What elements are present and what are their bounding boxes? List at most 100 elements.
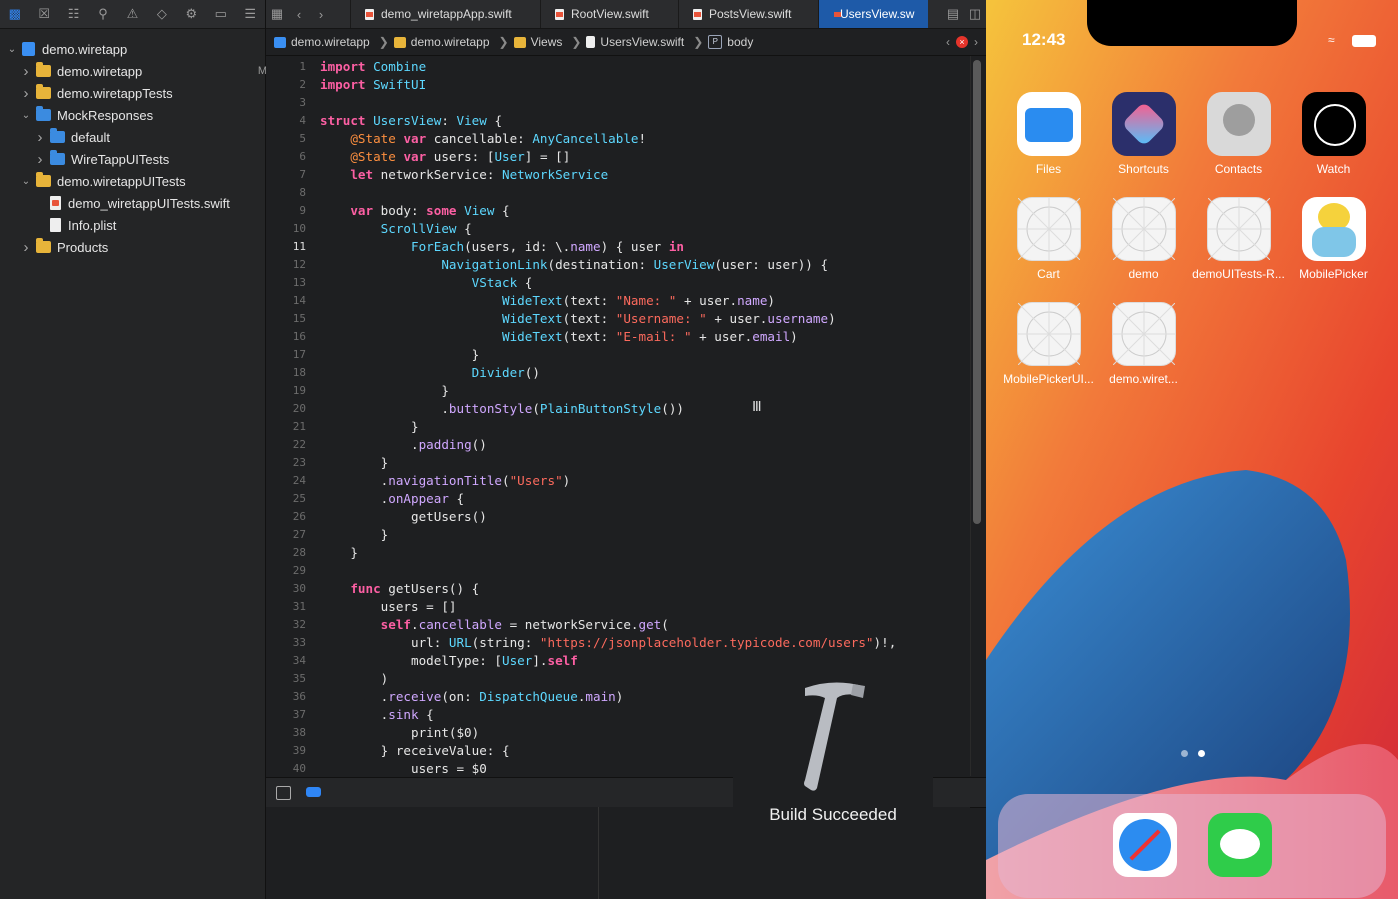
search-icon[interactable]: ⚲ xyxy=(88,0,117,28)
tree-item[interactable]: › demo.wiretapp M xyxy=(0,60,285,82)
editor-tab[interactable]: UsersView.sw xyxy=(818,0,928,28)
tree-item[interactable]: ⌄ MockResponses xyxy=(0,104,285,126)
home-screen-app[interactable]: Contacts xyxy=(1191,92,1286,176)
chevron-down-icon[interactable]: ⌄ xyxy=(6,44,18,55)
code-line[interactable]: 16 WideText(text: "E-mail: " + user.emai… xyxy=(266,328,970,346)
code-line[interactable]: 10 ScrollView { xyxy=(266,220,970,238)
code-line[interactable]: 18 Divider() xyxy=(266,364,970,382)
dock-app-messages[interactable] xyxy=(1192,813,1287,877)
editor-tab[interactable]: demo_wiretappApp.swift xyxy=(350,0,540,28)
forward-arrow-icon[interactable]: › xyxy=(310,7,332,22)
tree-item[interactable]: demo_wiretappUITests.swift xyxy=(0,192,299,214)
grid-icon[interactable]: ▦ xyxy=(266,6,288,22)
scrollbar-thumb[interactable] xyxy=(973,60,981,524)
home-screen-app[interactable]: Files xyxy=(1001,92,1096,176)
code-line[interactable]: 3 xyxy=(266,94,970,112)
code-line[interactable]: 6 @State var users: [User] = [] xyxy=(266,148,970,166)
page-indicator-dot-active[interactable] xyxy=(1198,750,1205,757)
code-line[interactable]: 11 ForEach(users, id: \.name) { user in xyxy=(266,238,970,256)
code-line[interactable]: 8 xyxy=(266,184,970,202)
code-line[interactable]: 9 var body: some View { xyxy=(266,202,970,220)
tree-item[interactable]: Info.plist xyxy=(0,214,299,236)
warning-icon[interactable]: ⚠ xyxy=(118,0,147,28)
breadcrumb-group[interactable]: demo.wiretapp xyxy=(393,35,490,49)
code-line[interactable]: 31 users = [] xyxy=(266,598,970,616)
editor-tab[interactable]: PostsView.swift xyxy=(678,0,818,28)
home-screen-app[interactable]: Shortcuts xyxy=(1096,92,1191,176)
line-number: 3 xyxy=(299,96,306,109)
tree-item[interactable]: › WireTappUITests xyxy=(0,148,299,170)
code-line[interactable]: 32 self.cancellable = networkService.get… xyxy=(266,616,970,634)
home-screen-app[interactable]: demo.wiret... xyxy=(1096,302,1191,386)
breadcrumb-file[interactable]: UsersView.swift xyxy=(586,35,684,49)
chevron-down-icon[interactable]: ⌄ xyxy=(20,110,32,121)
code-line[interactable]: 21 } xyxy=(266,418,970,436)
code-line[interactable]: 26 getUsers() xyxy=(266,508,970,526)
split-editor-icon[interactable]: ◫ xyxy=(964,6,986,22)
editor-tab[interactable]: RootView.swift xyxy=(540,0,678,28)
code-line[interactable]: 23 } xyxy=(266,454,970,472)
chevron-right-icon[interactable]: › xyxy=(974,35,978,49)
code-line[interactable]: 17 } xyxy=(266,346,970,364)
tree-item[interactable]: ⌄ demo.wiretapp xyxy=(0,38,271,60)
code-line[interactable]: 28 } xyxy=(266,544,970,562)
home-screen-app[interactable]: MobilePickerUI... xyxy=(1001,302,1096,386)
tree-item-label: Products xyxy=(57,239,109,255)
folder-icon[interactable]: ▩ xyxy=(0,0,29,28)
code-line[interactable]: 12 NavigationLink(destination: UserView(… xyxy=(266,256,970,274)
chevron-right-icon[interactable]: › xyxy=(34,129,46,146)
line-number: 1 xyxy=(299,60,306,73)
error-icon[interactable]: × xyxy=(956,36,968,48)
home-screen-app[interactable]: demoUITests-R... xyxy=(1191,197,1286,281)
home-screen-app[interactable]: MobilePicker xyxy=(1286,197,1381,281)
code-line[interactable]: 29 xyxy=(266,562,970,580)
breakpoints-toggle-icon[interactable] xyxy=(306,787,321,797)
code-line[interactable]: 33 url: URL(string: "https://jsonplaceho… xyxy=(266,634,970,652)
back-arrow-icon[interactable]: ‹ xyxy=(288,7,310,22)
code-text: import Combine xyxy=(320,59,427,74)
source-control-icon[interactable]: ☒ xyxy=(29,0,58,28)
code-line[interactable]: 2 import SwiftUI xyxy=(266,76,970,94)
code-line[interactable]: 7 let networkService: NetworkService xyxy=(266,166,970,184)
home-screen-app[interactable]: demo xyxy=(1096,197,1191,281)
code-line[interactable]: 25 .onAppear { xyxy=(266,490,970,508)
dock-app-safari[interactable] xyxy=(1097,813,1192,877)
chevron-right-icon[interactable]: › xyxy=(20,239,32,256)
chevron-right-icon[interactable]: › xyxy=(20,63,32,80)
chevron-right-icon[interactable]: › xyxy=(34,151,46,168)
code-line[interactable]: 15 WideText(text: "Username: " + user.us… xyxy=(266,310,970,328)
code-line[interactable]: 5 @State var cancellable: AnyCancellable… xyxy=(266,130,970,148)
code-line[interactable]: 14 WideText(text: "Name: " + user.name) xyxy=(266,292,970,310)
chevron-down-icon[interactable]: ⌄ xyxy=(20,176,32,187)
code-line[interactable]: 30 func getUsers() { xyxy=(266,580,970,598)
home-screen-app[interactable]: Watch xyxy=(1286,92,1381,176)
tree-item[interactable]: › Products xyxy=(0,236,285,258)
debug-icon[interactable]: ⚙ xyxy=(177,0,206,28)
test-icon[interactable]: ◇ xyxy=(147,0,176,28)
code-line[interactable]: 1 import Combine xyxy=(266,58,970,76)
code-line[interactable]: 4 struct UsersView: View { xyxy=(266,112,970,130)
hierarchy-icon[interactable]: ☷ xyxy=(59,0,88,28)
tree-item[interactable]: ⌄ demo.wiretappUITests xyxy=(0,170,285,192)
hide-debug-area-icon[interactable] xyxy=(276,786,291,800)
home-screen-app[interactable]: Cart xyxy=(1001,197,1096,281)
chevron-left-icon[interactable]: ‹ xyxy=(946,35,950,49)
breadcrumb-project[interactable]: demo.wiretapp xyxy=(274,35,370,49)
breakpoint-icon[interactable]: ▭ xyxy=(206,0,235,28)
code-line[interactable]: 24 .navigationTitle("Users") xyxy=(266,472,970,490)
page-indicator-dot[interactable] xyxy=(1181,750,1188,757)
code-line[interactable]: 13 VStack { xyxy=(266,274,970,292)
code-line[interactable]: 20 .buttonStyle(PlainButtonStyle()) xyxy=(266,400,970,418)
project-icon xyxy=(274,36,286,48)
code-line[interactable]: 22 .padding() xyxy=(266,436,970,454)
breadcrumb-views[interactable]: Views xyxy=(513,35,562,49)
ios-simulator[interactable]: 12:43 ≈ Files Shortcuts Contacts Watch Cart d… xyxy=(986,0,1398,899)
editor-options-icon[interactable]: ▤ xyxy=(942,6,964,22)
chevron-right-icon[interactable]: › xyxy=(20,85,32,102)
code-line[interactable]: 19 } xyxy=(266,382,970,400)
tree-item[interactable]: › demo.wiretappTests xyxy=(0,82,285,104)
breadcrumb-symbol[interactable]: P body xyxy=(708,35,753,49)
code-line[interactable]: 27 } xyxy=(266,526,970,544)
report-icon[interactable]: ☰ xyxy=(236,0,265,28)
tree-item[interactable]: › default xyxy=(0,126,299,148)
